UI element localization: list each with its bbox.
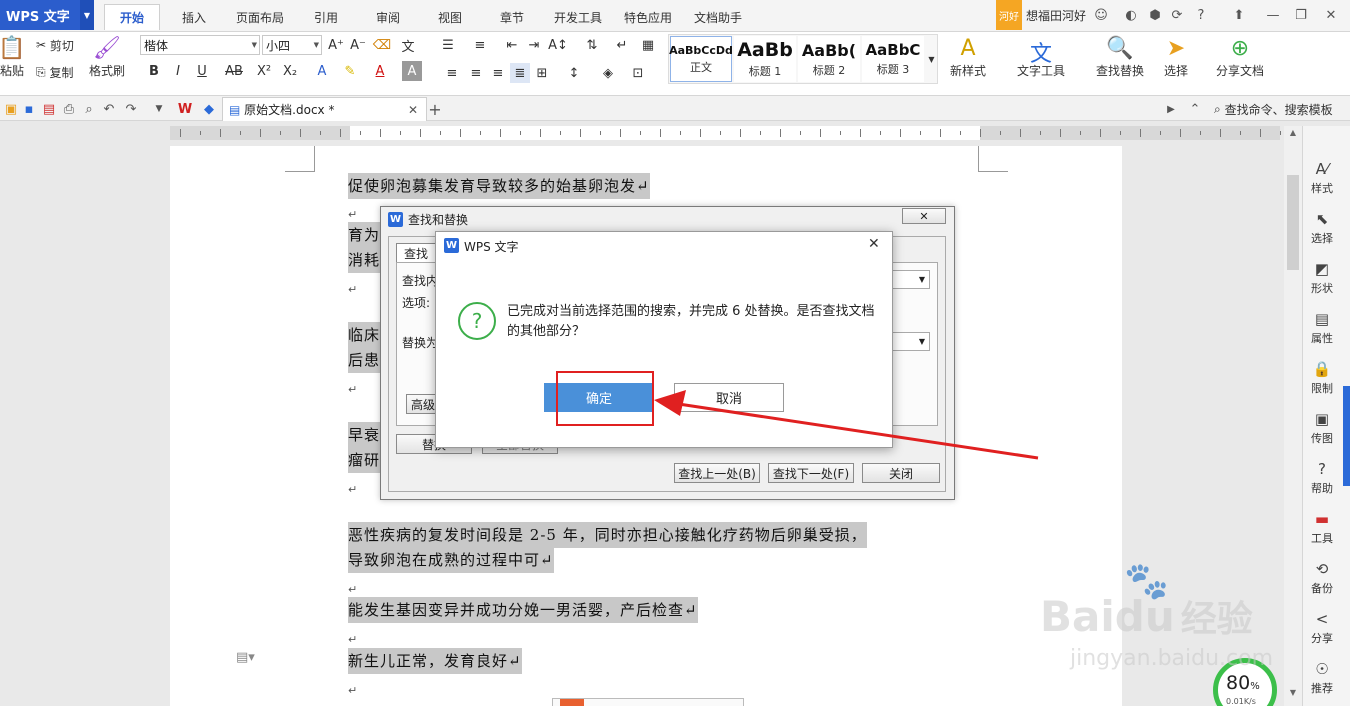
arrow-shaft (671, 401, 1039, 460)
arrow-head (654, 390, 686, 416)
annotation-arrow (654, 390, 1039, 460)
